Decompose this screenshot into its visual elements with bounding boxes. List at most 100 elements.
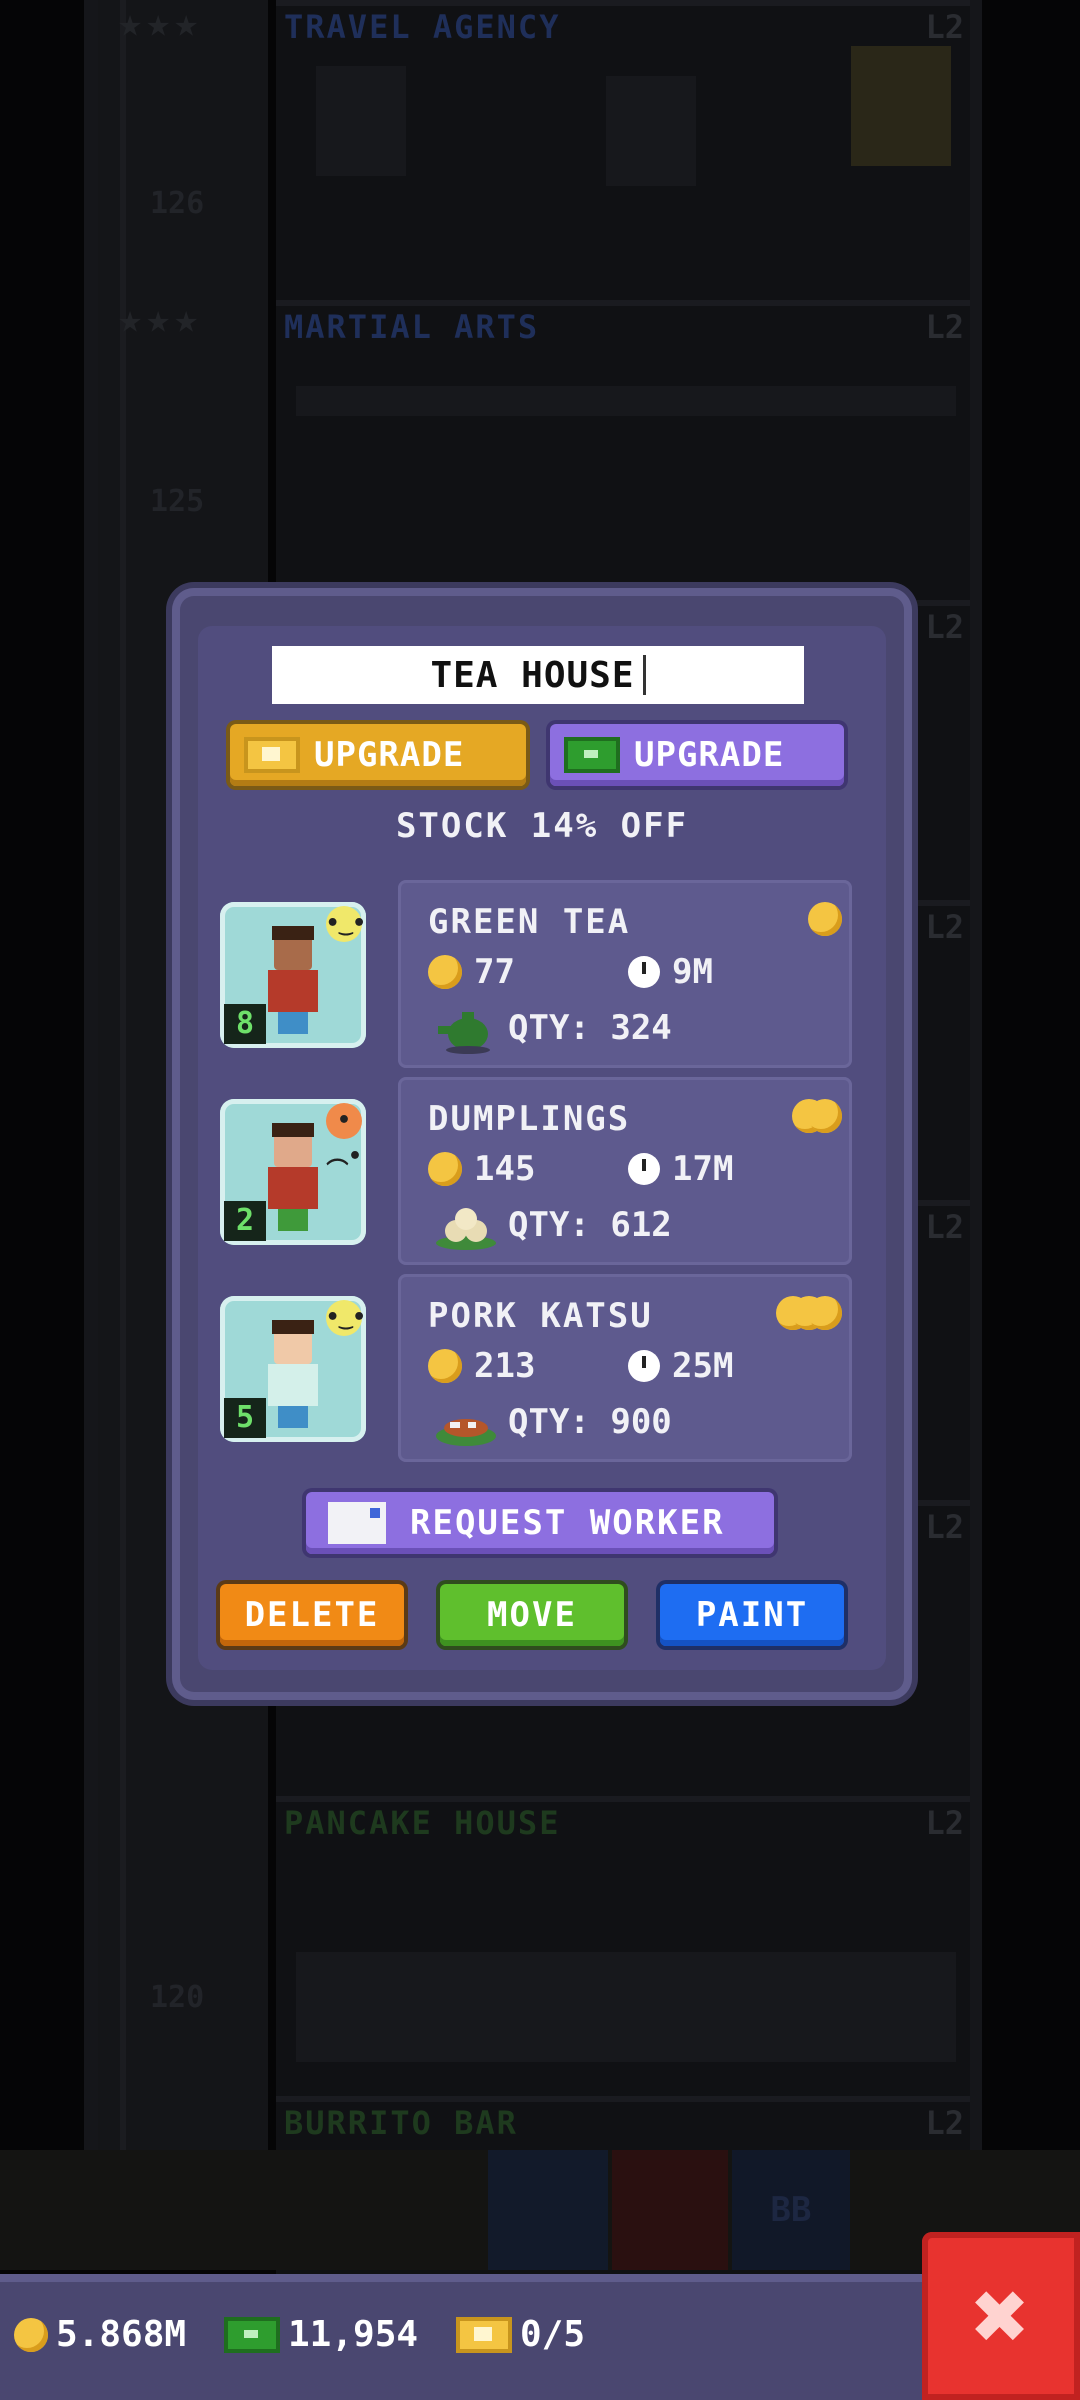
elevator-button[interactable] — [488, 2150, 608, 2270]
floor-name-input[interactable]: TEA HOUSE — [272, 646, 804, 704]
worker-level: 8 — [224, 1004, 266, 1044]
product-card-green-tea[interactable]: GREEN TEA 77 9M QTY: 324 — [398, 880, 852, 1068]
neutral-face-icon: •‿• — [326, 1300, 366, 1336]
status-bar: 5.868M 11,954 0/5 — [0, 2274, 1080, 2400]
clock-icon — [628, 956, 660, 988]
tickets-value: 0/5 — [520, 2314, 586, 2355]
floor-pancake-house[interactable]: PANCAKE HOUSE L2 — [276, 1796, 970, 2098]
product-quantity: QTY: 324 — [434, 1002, 672, 1054]
worker-legs — [278, 1209, 308, 1231]
coins-display[interactable]: 5.868M — [14, 2314, 186, 2355]
worker-level: 5 — [224, 1398, 266, 1438]
product-quantity: QTY: 612 — [434, 1199, 672, 1251]
bitbook-button[interactable]: BB — [732, 2150, 850, 2270]
coin-icon — [808, 1296, 842, 1330]
floor-level: L2 — [925, 2104, 964, 2142]
bux-display[interactable]: 11,954 — [224, 2314, 418, 2355]
delete-button[interactable]: DELETE — [220, 1584, 404, 1646]
paint-button[interactable]: PAINT — [660, 1584, 844, 1646]
worker-hair — [272, 1123, 314, 1137]
price-value: 77 — [474, 952, 515, 992]
floor-level: L2 — [925, 1208, 964, 1246]
qty-value: QTY: 900 — [508, 1402, 672, 1442]
product-tier-coins — [808, 902, 842, 938]
bux-icon — [564, 737, 620, 773]
floor-level: L2 — [925, 1804, 964, 1842]
clock-icon — [628, 1153, 660, 1185]
floor-martial-arts[interactable]: MARTIAL ARTS L2 — [276, 300, 970, 602]
neutral-face-icon: •‿• — [326, 906, 366, 942]
time-value: 25M — [672, 1346, 734, 1386]
price-value: 145 — [474, 1149, 536, 1189]
coin-icon — [808, 1099, 842, 1133]
floor-stars: ★★★ — [118, 296, 203, 342]
upgrade-label: UPGRADE — [634, 735, 785, 775]
text-cursor — [642, 655, 646, 695]
teapot-icon — [438, 1012, 490, 1054]
floor-stars: ★★★ — [118, 0, 203, 46]
request-worker-label: REQUEST WORKER — [410, 1503, 725, 1543]
worker-slot[interactable]: •︵• 2 — [220, 1099, 366, 1245]
upgrade-bux-button[interactable]: UPGRADE — [550, 724, 844, 786]
worker-hair — [272, 926, 314, 940]
floor-decor — [296, 386, 956, 416]
close-button[interactable]: ✖ — [922, 2232, 1080, 2400]
product-price: 77 — [428, 952, 515, 992]
product-price: 213 — [428, 1346, 535, 1386]
envelope-icon — [328, 1502, 386, 1544]
product-card-pork-katsu[interactable]: PORK KATSU 213 25M QTY: 900 — [398, 1274, 852, 1462]
status-bar-border — [0, 2274, 1080, 2282]
floor-level: L2 — [925, 1508, 964, 1546]
up-down-button[interactable] — [612, 2150, 728, 2270]
bottom-toolbar: BB — [0, 2150, 1080, 2270]
qty-value: QTY: 612 — [508, 1205, 672, 1245]
worker-slot[interactable]: •‿• 5 — [220, 1296, 366, 1442]
floor-decor — [296, 1952, 956, 2062]
time-value: 17M — [672, 1149, 734, 1189]
floor-name: MARTIAL ARTS — [284, 308, 540, 346]
worker-level: 2 — [224, 1201, 266, 1241]
worker-avatar — [268, 926, 318, 1034]
product-card-dumplings[interactable]: DUMPLINGS 145 17M QTY: 612 — [398, 1077, 852, 1265]
floor-name: BURRITO BAR — [284, 2104, 518, 2142]
worker-slot[interactable]: •‿• 8 — [220, 902, 366, 1048]
coin-icon — [428, 955, 462, 989]
floor-decor — [606, 76, 696, 186]
product-tier-coins — [792, 1099, 842, 1135]
product-name: PORK KATSU — [428, 1296, 653, 1336]
worker-legs — [278, 1406, 308, 1428]
upgrade-coins-button[interactable]: UPGRADE — [230, 724, 526, 786]
price-value: 213 — [474, 1346, 536, 1386]
floor-level: L2 — [925, 8, 964, 46]
floor-travel-agency[interactable]: TRAVEL AGENCY L2 — [276, 0, 970, 302]
ticket-icon — [456, 2316, 512, 2353]
floor-sign — [851, 46, 951, 166]
floor-level: L2 — [925, 308, 964, 346]
floor-level: L2 — [925, 608, 964, 646]
tickets-display[interactable]: 0/5 — [456, 2314, 585, 2355]
clock-icon — [628, 1350, 660, 1382]
floor-dialog: TEA HOUSE UPGRADE UPGRADE STOCK 14% OFF … — [172, 588, 912, 1700]
floor-name: TRAVEL AGENCY — [284, 8, 561, 46]
bux-icon — [224, 2316, 280, 2353]
product-time: 9M — [628, 952, 713, 992]
worker-shirt — [268, 1364, 318, 1406]
request-worker-button[interactable]: REQUEST WORKER — [306, 1492, 774, 1554]
ticket-icon — [244, 737, 300, 773]
move-button[interactable]: MOVE — [440, 1584, 624, 1646]
floor-level: L2 — [925, 908, 964, 946]
coin-icon — [428, 1152, 462, 1186]
product-name: GREEN TEA — [428, 902, 631, 942]
coin-icon — [428, 1349, 462, 1383]
tower-wall-right — [968, 0, 982, 2160]
worker-shirt — [268, 970, 318, 1012]
coin-icon — [808, 902, 842, 936]
stock-discount-text: STOCK 14% OFF — [395, 806, 689, 846]
close-icon: ✖ — [972, 2260, 1030, 2372]
time-value: 9M — [672, 952, 713, 992]
worker-hair — [272, 1320, 314, 1334]
product-quantity: QTY: 900 — [434, 1396, 672, 1448]
coins-value: 5.868M — [56, 2314, 187, 2355]
product-price: 145 — [428, 1149, 535, 1189]
worker-shirt — [268, 1167, 318, 1209]
